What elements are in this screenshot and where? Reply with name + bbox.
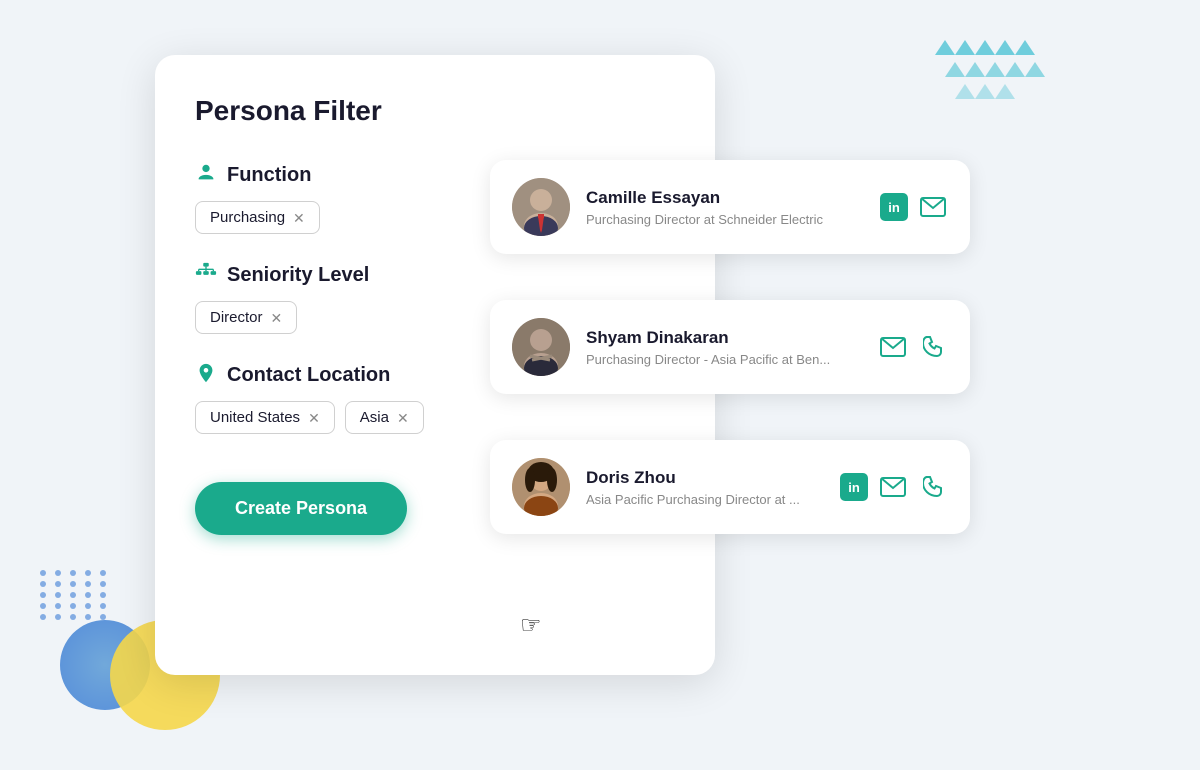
contact-info-doris: Doris Zhou Asia Pacific Purchasing Direc… <box>586 468 824 507</box>
email-icon-camille[interactable] <box>918 192 948 222</box>
phone-icon-shyam[interactable] <box>918 332 948 362</box>
contact-title-shyam: Purchasing Director - Asia Pacific at Be… <box>586 352 862 367</box>
filter-title: Persona Filter <box>195 95 675 127</box>
contact-name-camille: Camille Essayan <box>586 188 864 208</box>
contact-name-doris: Doris Zhou <box>586 468 824 488</box>
contact-info-shyam: Shyam Dinakaran Purchasing Director - As… <box>586 328 862 367</box>
location-label: Contact Location <box>227 364 390 387</box>
tag-us[interactable]: United States ✕ <box>195 401 335 434</box>
seniority-header: Seniority Level <box>195 262 675 289</box>
tag-director-remove[interactable]: ✕ <box>271 311 283 325</box>
create-persona-button[interactable]: Create Persona <box>195 482 407 535</box>
tag-purchasing-label: Purchasing <box>210 209 285 226</box>
contact-card-camille: Camille Essayan Purchasing Director at S… <box>490 160 970 254</box>
org-icon <box>195 262 217 289</box>
contact-info-camille: Camille Essayan Purchasing Director at S… <box>586 188 864 227</box>
teal-arrows-decoration <box>935 40 1045 135</box>
function-label: Function <box>227 164 311 187</box>
email-icon-shyam[interactable] <box>878 332 908 362</box>
cursor: ☞ <box>520 611 542 640</box>
tag-director[interactable]: Director ✕ <box>195 301 297 334</box>
contact-title-camille: Purchasing Director at Schneider Electri… <box>586 212 864 227</box>
tag-us-remove[interactable]: ✕ <box>308 411 320 425</box>
contact-title-doris: Asia Pacific Purchasing Director at ... <box>586 492 824 507</box>
email-icon-doris[interactable] <box>878 472 908 502</box>
seniority-label: Seniority Level <box>227 264 369 287</box>
contact-icons-shyam <box>878 332 948 362</box>
contact-card-doris: Doris Zhou Asia Pacific Purchasing Direc… <box>490 440 970 534</box>
avatar-shyam <box>512 318 570 376</box>
tag-director-label: Director <box>210 309 263 326</box>
scene: Persona Filter Function Purchasing ✕ <box>0 0 1200 770</box>
contact-icons-doris: in <box>840 472 948 502</box>
contact-name-shyam: Shyam Dinakaran <box>586 328 862 348</box>
location-icon <box>195 362 217 389</box>
tag-us-label: United States <box>210 409 300 426</box>
contact-card-shyam: Shyam Dinakaran Purchasing Director - As… <box>490 300 970 394</box>
tag-purchasing-remove[interactable]: ✕ <box>293 211 305 225</box>
avatar-camille <box>512 178 570 236</box>
contact-icons-camille: in <box>880 192 948 222</box>
person-icon <box>195 162 217 189</box>
phone-icon-doris[interactable] <box>918 472 948 502</box>
linkedin-icon-camille[interactable]: in <box>880 193 908 221</box>
tag-purchasing[interactable]: Purchasing ✕ <box>195 201 320 234</box>
tag-asia[interactable]: Asia ✕ <box>345 401 424 434</box>
tag-asia-label: Asia <box>360 409 389 426</box>
tag-asia-remove[interactable]: ✕ <box>397 411 409 425</box>
avatar-doris <box>512 458 570 516</box>
location-tags: United States ✕ Asia ✕ <box>195 401 675 434</box>
linkedin-icon-doris[interactable]: in <box>840 473 868 501</box>
